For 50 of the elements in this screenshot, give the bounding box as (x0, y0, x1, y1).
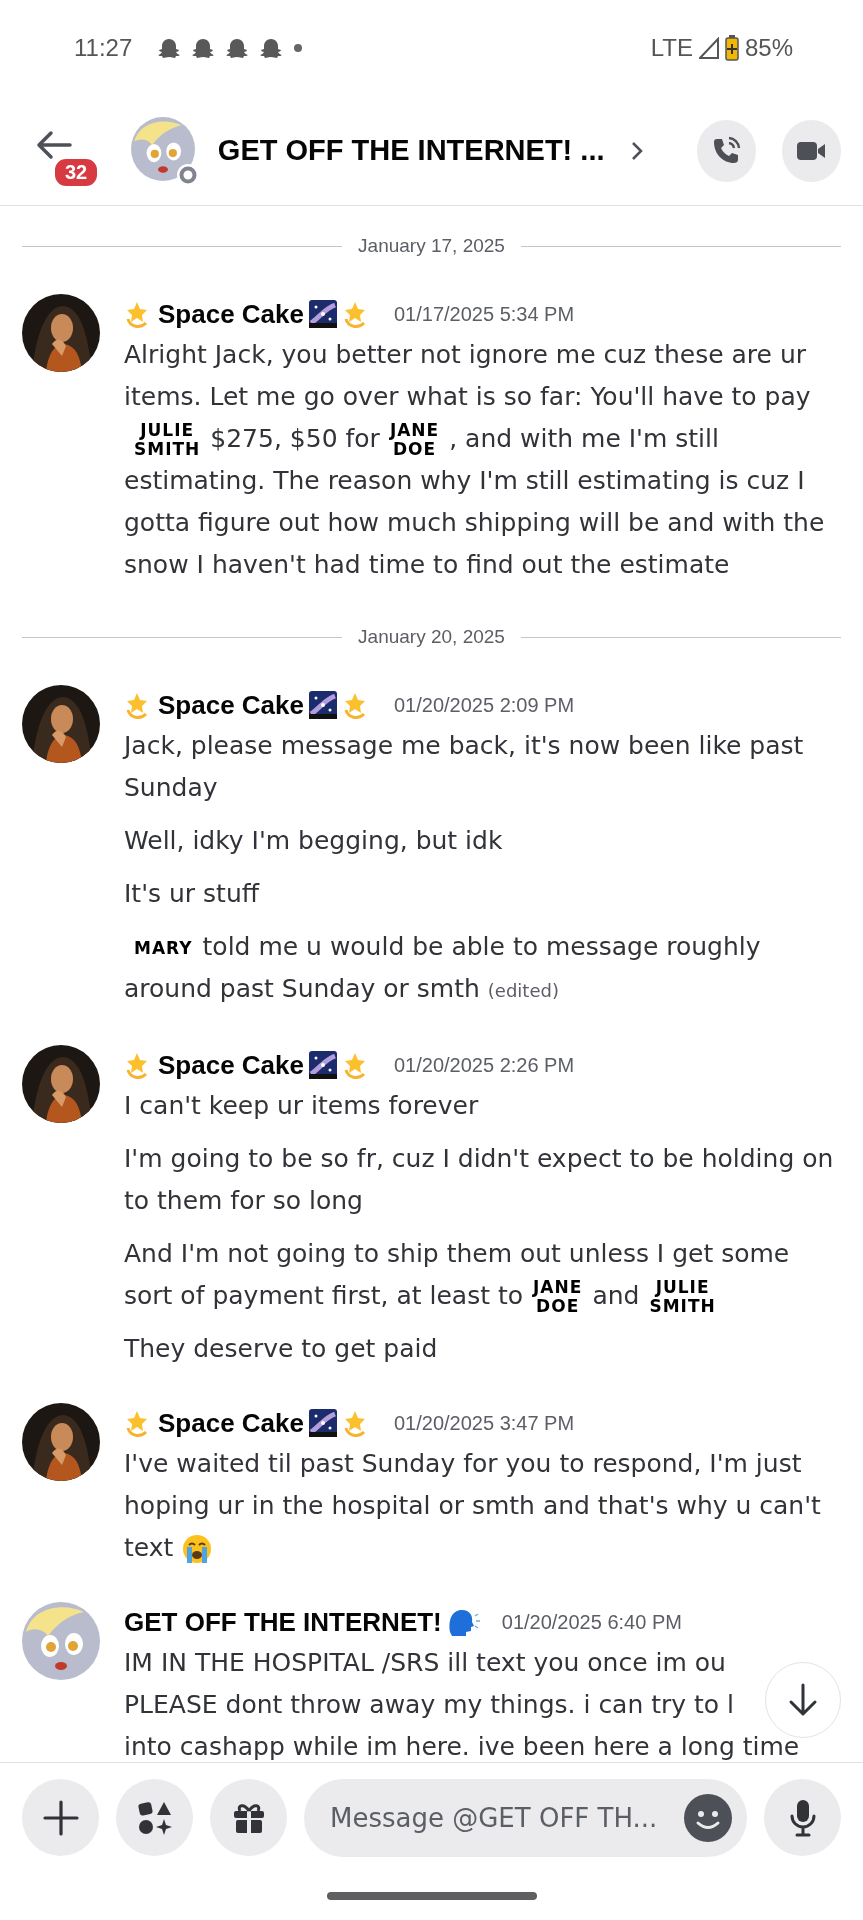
date-divider-label: January 20, 2025 (357, 626, 506, 648)
status-time: 11:27 (74, 34, 133, 62)
ghost-icon (226, 36, 249, 60)
message-text: They deserve to get paid (124, 1333, 439, 1365)
edited-label: (edited) (487, 980, 559, 1001)
battery-icon (724, 35, 739, 61)
phone-icon (711, 135, 742, 166)
galaxy-icon (308, 690, 338, 720)
video-camera-icon (796, 139, 827, 162)
message-text: PLEASE dont throw away my things. i can try to l (124, 1689, 735, 1721)
galaxy-icon (308, 299, 338, 329)
message-text: into cashapp while im here. ive been here a long time (124, 1731, 800, 1762)
avatar (130, 116, 195, 181)
message-text: IM IN THE HOSPITAL /SRS ill text you once im ou (124, 1647, 726, 1679)
message-timestamp: 01/20/2025 2:26 PM (394, 1053, 575, 1077)
message-text: I'm going to be so fr, cuz I didn't expect to be holding on to them for so long (124, 1143, 835, 1217)
date-divider-label: January 17, 2025 (357, 235, 506, 257)
status-ring-icon (175, 162, 200, 187)
battery-percent: 85% (744, 34, 793, 62)
message-timestamp: 01/17/2025 5:34 PM (394, 302, 575, 326)
signal-icon (698, 37, 719, 59)
ghost-icon (260, 36, 283, 60)
message-text: MARY told me u would be able to message roughly around past Sunday or smth (edited) (124, 931, 762, 1005)
galaxy-icon (308, 1050, 338, 1080)
message-timestamp: 01/20/2025 2:09 PM (394, 693, 575, 717)
ghost-icon (158, 36, 181, 60)
network-label: LTE (650, 34, 693, 62)
crying-face-icon (181, 1533, 214, 1565)
conversation-title[interactable]: GET OFF THE INTERNET! ... (217, 134, 605, 167)
message-input-field[interactable]: Message @GET OFF TH... (304, 1778, 747, 1857)
author-name[interactable]: Space Cake (158, 298, 304, 330)
message-text: I can't keep ur items forever (124, 1090, 480, 1122)
galaxy-icon (308, 1408, 338, 1438)
plus-icon (42, 1799, 79, 1836)
author-name[interactable]: Space Cake (158, 1049, 304, 1081)
down-arrow-icon (788, 1683, 818, 1717)
message-timestamp: 01/20/2025 6:40 PM (501, 1610, 682, 1634)
author-name[interactable]: Space Cake (158, 1407, 304, 1439)
message-timestamp: 01/20/2025 3:47 PM (394, 1411, 575, 1435)
message-text: I've waited til past Sunday for you to respond, I'm just hoping ur in the hospital or smth and that's why u can't text (124, 1443, 841, 1569)
author-name[interactable]: Space Cake (158, 689, 304, 721)
ghost-icon (192, 36, 215, 60)
message-text: Jack, please message me back, it's now been like past Sunday (124, 730, 805, 804)
chevron-icon[interactable] (630, 140, 643, 161)
author-name[interactable]: GET OFF THE INTERNET! (124, 1606, 442, 1638)
message-text: It's ur stuff (124, 878, 261, 910)
message-text: Well, idky I'm begging, but idk (124, 825, 504, 857)
emoji-icon[interactable] (682, 1791, 734, 1844)
dot-icon (294, 44, 303, 52)
shapes-icon (136, 1799, 173, 1836)
